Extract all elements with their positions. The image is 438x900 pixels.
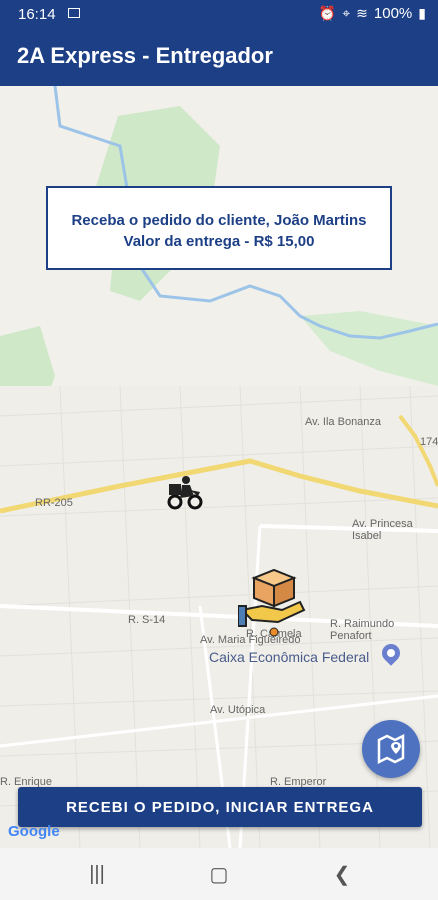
app-bar: 2A Express - Entregador [0,28,438,86]
location-icon: ⌖ [342,5,351,21]
delivery-value-line: Valor da entrega - R$ 15,00 [123,233,315,250]
start-delivery-button[interactable]: RECEBI O PEDIDO, INICIAR ENTREGA [18,787,422,827]
road-label-174: 174 [420,436,438,448]
app-title: 2A Express - Entregador [17,43,273,68]
battery-text: 100% [373,5,413,22]
status-indicators: ⏰ ⌖ ≋ 100% ▮ [319,5,426,22]
home-button[interactable]: ▢ [204,862,234,886]
status-time: 16:14 [18,6,56,23]
customer-line: Receba o pedido do cliente, João Martins [71,212,367,229]
alarm-icon: ⏰ [318,5,337,21]
delivery-motorbike-icon[interactable] [166,474,204,510]
delivery-info-card: Receba o pedido do cliente, João Martins… [46,186,392,270]
system-nav-bar: ||| ▢ ❮ [0,848,438,900]
map-pin-icon [377,734,405,764]
wifi-icon: ≋ [356,5,368,21]
road-label-r-s14: R. S-14 [128,614,166,626]
status-bar: 16:14 ⏰ ⌖ ≋ 100% ▮ [0,0,438,28]
road-label-av-princesa: Av. Princesa Isabel [352,518,413,542]
map-location-button[interactable] [362,720,420,778]
google-attribution: Google [8,823,60,840]
battery-icon: ▮ [418,5,426,21]
road-label-av-bonanza: Av. Ila Bonanza [305,416,382,428]
back-button[interactable]: ❮ [327,862,357,886]
road-label-r-raimundo: R. Raimundo Penafort [330,618,395,642]
road-label-av-utopia: Av. Utópica [210,704,266,716]
road-label-rr205: RR-205 [35,497,73,509]
package-hand-icon[interactable] [238,566,310,638]
google-logo-text: Google [8,823,60,840]
recent-apps-button[interactable]: ||| [82,862,112,886]
poi-label: Caixa Econômica Federal [209,649,370,665]
photo-notification-icon [68,8,80,18]
